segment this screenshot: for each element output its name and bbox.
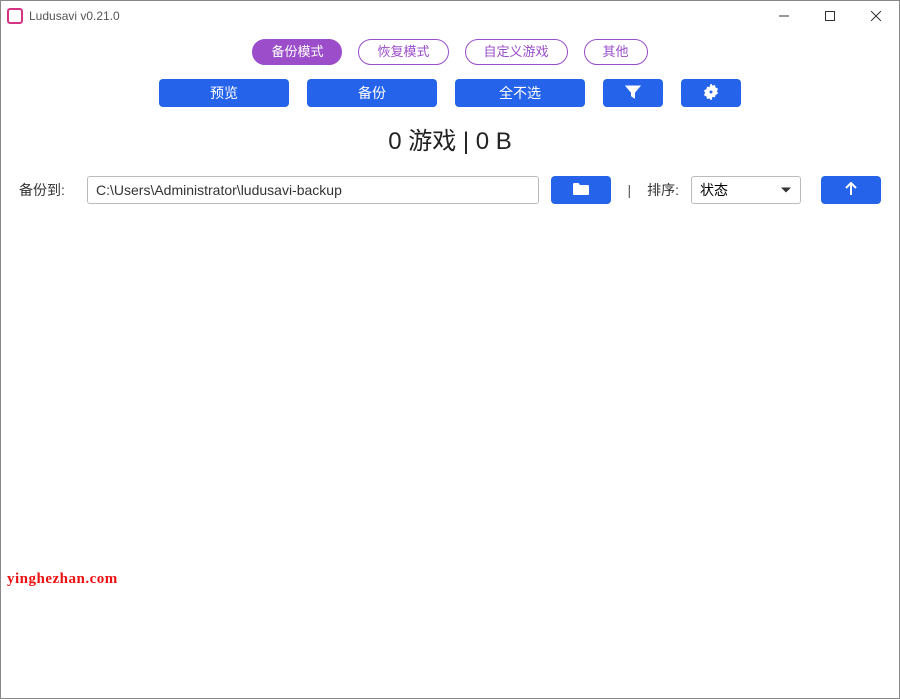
summary-text: 0 游戏 | 0 B (19, 121, 881, 156)
select-none-button[interactable]: 全不选 (455, 79, 585, 107)
settings-button[interactable] (681, 79, 741, 107)
folder-icon (572, 182, 590, 199)
watermark-text: yinghezhan.com (7, 571, 118, 588)
window-title: Ludusavi v0.21.0 (29, 9, 120, 23)
minimize-button[interactable] (761, 1, 807, 31)
funnel-icon (625, 84, 641, 103)
browse-folder-button[interactable] (551, 176, 611, 204)
divider: | (623, 182, 635, 198)
tab-other[interactable]: 其他 (584, 39, 648, 65)
path-row: 备份到: | 排序: 状态 (19, 176, 881, 204)
sort-direction-button[interactable] (821, 176, 881, 204)
titlebar: Ludusavi v0.21.0 (1, 1, 899, 31)
backup-to-label: 备份到: (19, 180, 75, 200)
maximize-button[interactable] (807, 1, 853, 31)
preview-button[interactable]: 预览 (159, 79, 289, 107)
backup-button[interactable]: 备份 (307, 79, 437, 107)
gear-icon (703, 84, 719, 103)
close-button[interactable] (853, 1, 899, 31)
action-row: 预览 备份 全不选 (19, 79, 881, 107)
tab-backup-mode[interactable]: 备份模式 (252, 39, 342, 65)
sort-select[interactable]: 状态 (691, 176, 801, 204)
backup-path-input[interactable] (87, 176, 539, 204)
tab-custom-games[interactable]: 自定义游戏 (465, 39, 568, 65)
arrow-up-icon (844, 182, 858, 199)
filter-button[interactable] (603, 79, 663, 107)
app-icon (7, 8, 23, 24)
tab-restore-mode[interactable]: 恢复模式 (358, 39, 448, 65)
sort-label: 排序: (647, 180, 679, 200)
mode-tabs: 备份模式 恢复模式 自定义游戏 其他 (19, 39, 881, 65)
